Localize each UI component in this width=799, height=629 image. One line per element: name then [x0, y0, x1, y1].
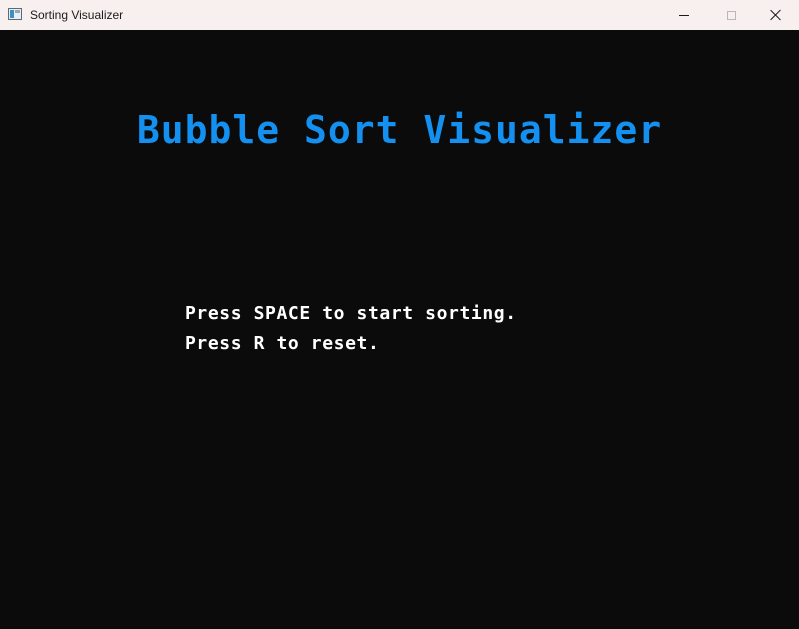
- close-button[interactable]: [753, 0, 799, 30]
- instruction-reset: Press R to reset.: [185, 333, 380, 354]
- game-canvas[interactable]: Bubble Sort Visualizer Press SPACE to st…: [0, 30, 799, 629]
- app-window-icon: [8, 8, 22, 20]
- window-title: Sorting Visualizer: [30, 8, 124, 22]
- app-window: Sorting Visualizer Bubble Sort Visualize…: [0, 0, 799, 629]
- game-title: Bubble Sort Visualizer: [136, 108, 663, 152]
- minimize-icon: [679, 14, 689, 16]
- instruction-start: Press SPACE to start sorting.: [185, 303, 517, 324]
- maximize-icon: [726, 10, 736, 20]
- maximize-button[interactable]: [708, 0, 754, 30]
- close-icon: [770, 9, 782, 21]
- minimize-button[interactable]: [661, 0, 707, 30]
- title-bar[interactable]: Sorting Visualizer: [0, 0, 799, 30]
